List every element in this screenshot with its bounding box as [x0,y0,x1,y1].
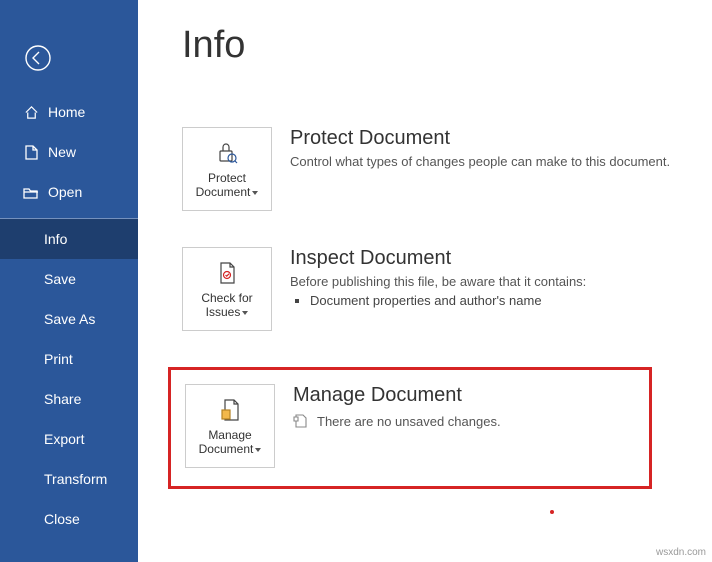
sidebar-item-save[interactable]: Save [0,259,138,299]
sidebar-item-label: Info [44,231,67,247]
new-doc-icon [22,145,40,160]
back-arrow-icon [24,44,52,72]
chevron-down-icon [242,311,248,315]
manage-body: Manage Document There are no unsaved cha… [293,384,501,429]
manage-status-text: There are no unsaved changes. [317,414,501,429]
annotation-dot [550,510,554,514]
button-label: Protect Document [196,171,251,199]
sidebar-item-label: Print [44,351,73,367]
list-item: Document properties and author's name [310,293,586,308]
inspect-body: Inspect Document Before publishing this … [290,247,586,308]
manage-document-button[interactable]: Manage Document [185,384,275,468]
sidebar-item-label: Home [48,104,85,120]
page-title: Info [182,24,712,67]
protect-body: Protect Document Control what types of c… [290,127,670,169]
sidebar-item-label: Export [44,431,84,447]
sidebar-item-label: Save [44,271,76,287]
sidebar-item-transform[interactable]: Transform [0,459,138,499]
button-label: Manage Document [199,428,254,456]
sidebar-item-label: Open [48,184,82,200]
inspect-issues-list: Document properties and author's name [310,293,586,308]
lock-icon [214,139,240,167]
sidebar-item-print[interactable]: Print [0,339,138,379]
section-description: Before publishing this file, be aware th… [290,274,586,289]
back-button[interactable] [10,30,66,86]
backstage-sidebar: Home New Open Info Save Save As Print Sh… [0,0,138,562]
version-history-icon [293,413,309,429]
sidebar-item-label: Share [44,391,81,407]
inspect-icon [215,259,239,287]
sidebar-item-save-as[interactable]: Save As [0,299,138,339]
manage-doc-icon [218,396,242,424]
sidebar-item-info[interactable]: Info [0,219,138,259]
sidebar-item-label: Close [44,511,80,527]
sidebar-item-label: Save As [44,311,95,327]
main-panel: Info Protect Document Protect Document C… [138,0,712,562]
sidebar-item-label: Transform [44,471,107,487]
sidebar-item-export[interactable]: Export [0,419,138,459]
chevron-down-icon [255,448,261,452]
chevron-down-icon [252,191,258,195]
section-inspect: Check for Issues Inspect Document Before… [182,247,712,331]
section-heading: Protect Document [290,127,670,150]
sidebar-item-label: New [48,144,76,160]
home-icon [22,105,40,120]
folder-open-icon [22,186,40,199]
sidebar-item-new[interactable]: New [0,132,138,172]
protect-document-button[interactable]: Protect Document [182,127,272,211]
sidebar-item-open[interactable]: Open [0,172,138,212]
section-manage: Manage Document Manage Document There ar… [185,384,635,468]
section-description: Control what types of changes people can… [290,154,670,169]
check-for-issues-button[interactable]: Check for Issues [182,247,272,331]
sidebar-item-close[interactable]: Close [0,499,138,539]
section-protect: Protect Document Protect Document Contro… [182,127,712,211]
sidebar-item-home[interactable]: Home [0,92,138,132]
section-heading: Manage Document [293,384,501,407]
section-heading: Inspect Document [290,247,586,270]
sidebar-item-share[interactable]: Share [0,379,138,419]
highlight-box: Manage Document Manage Document There ar… [168,367,652,489]
watermark-text: wsxdn.com [656,547,706,558]
